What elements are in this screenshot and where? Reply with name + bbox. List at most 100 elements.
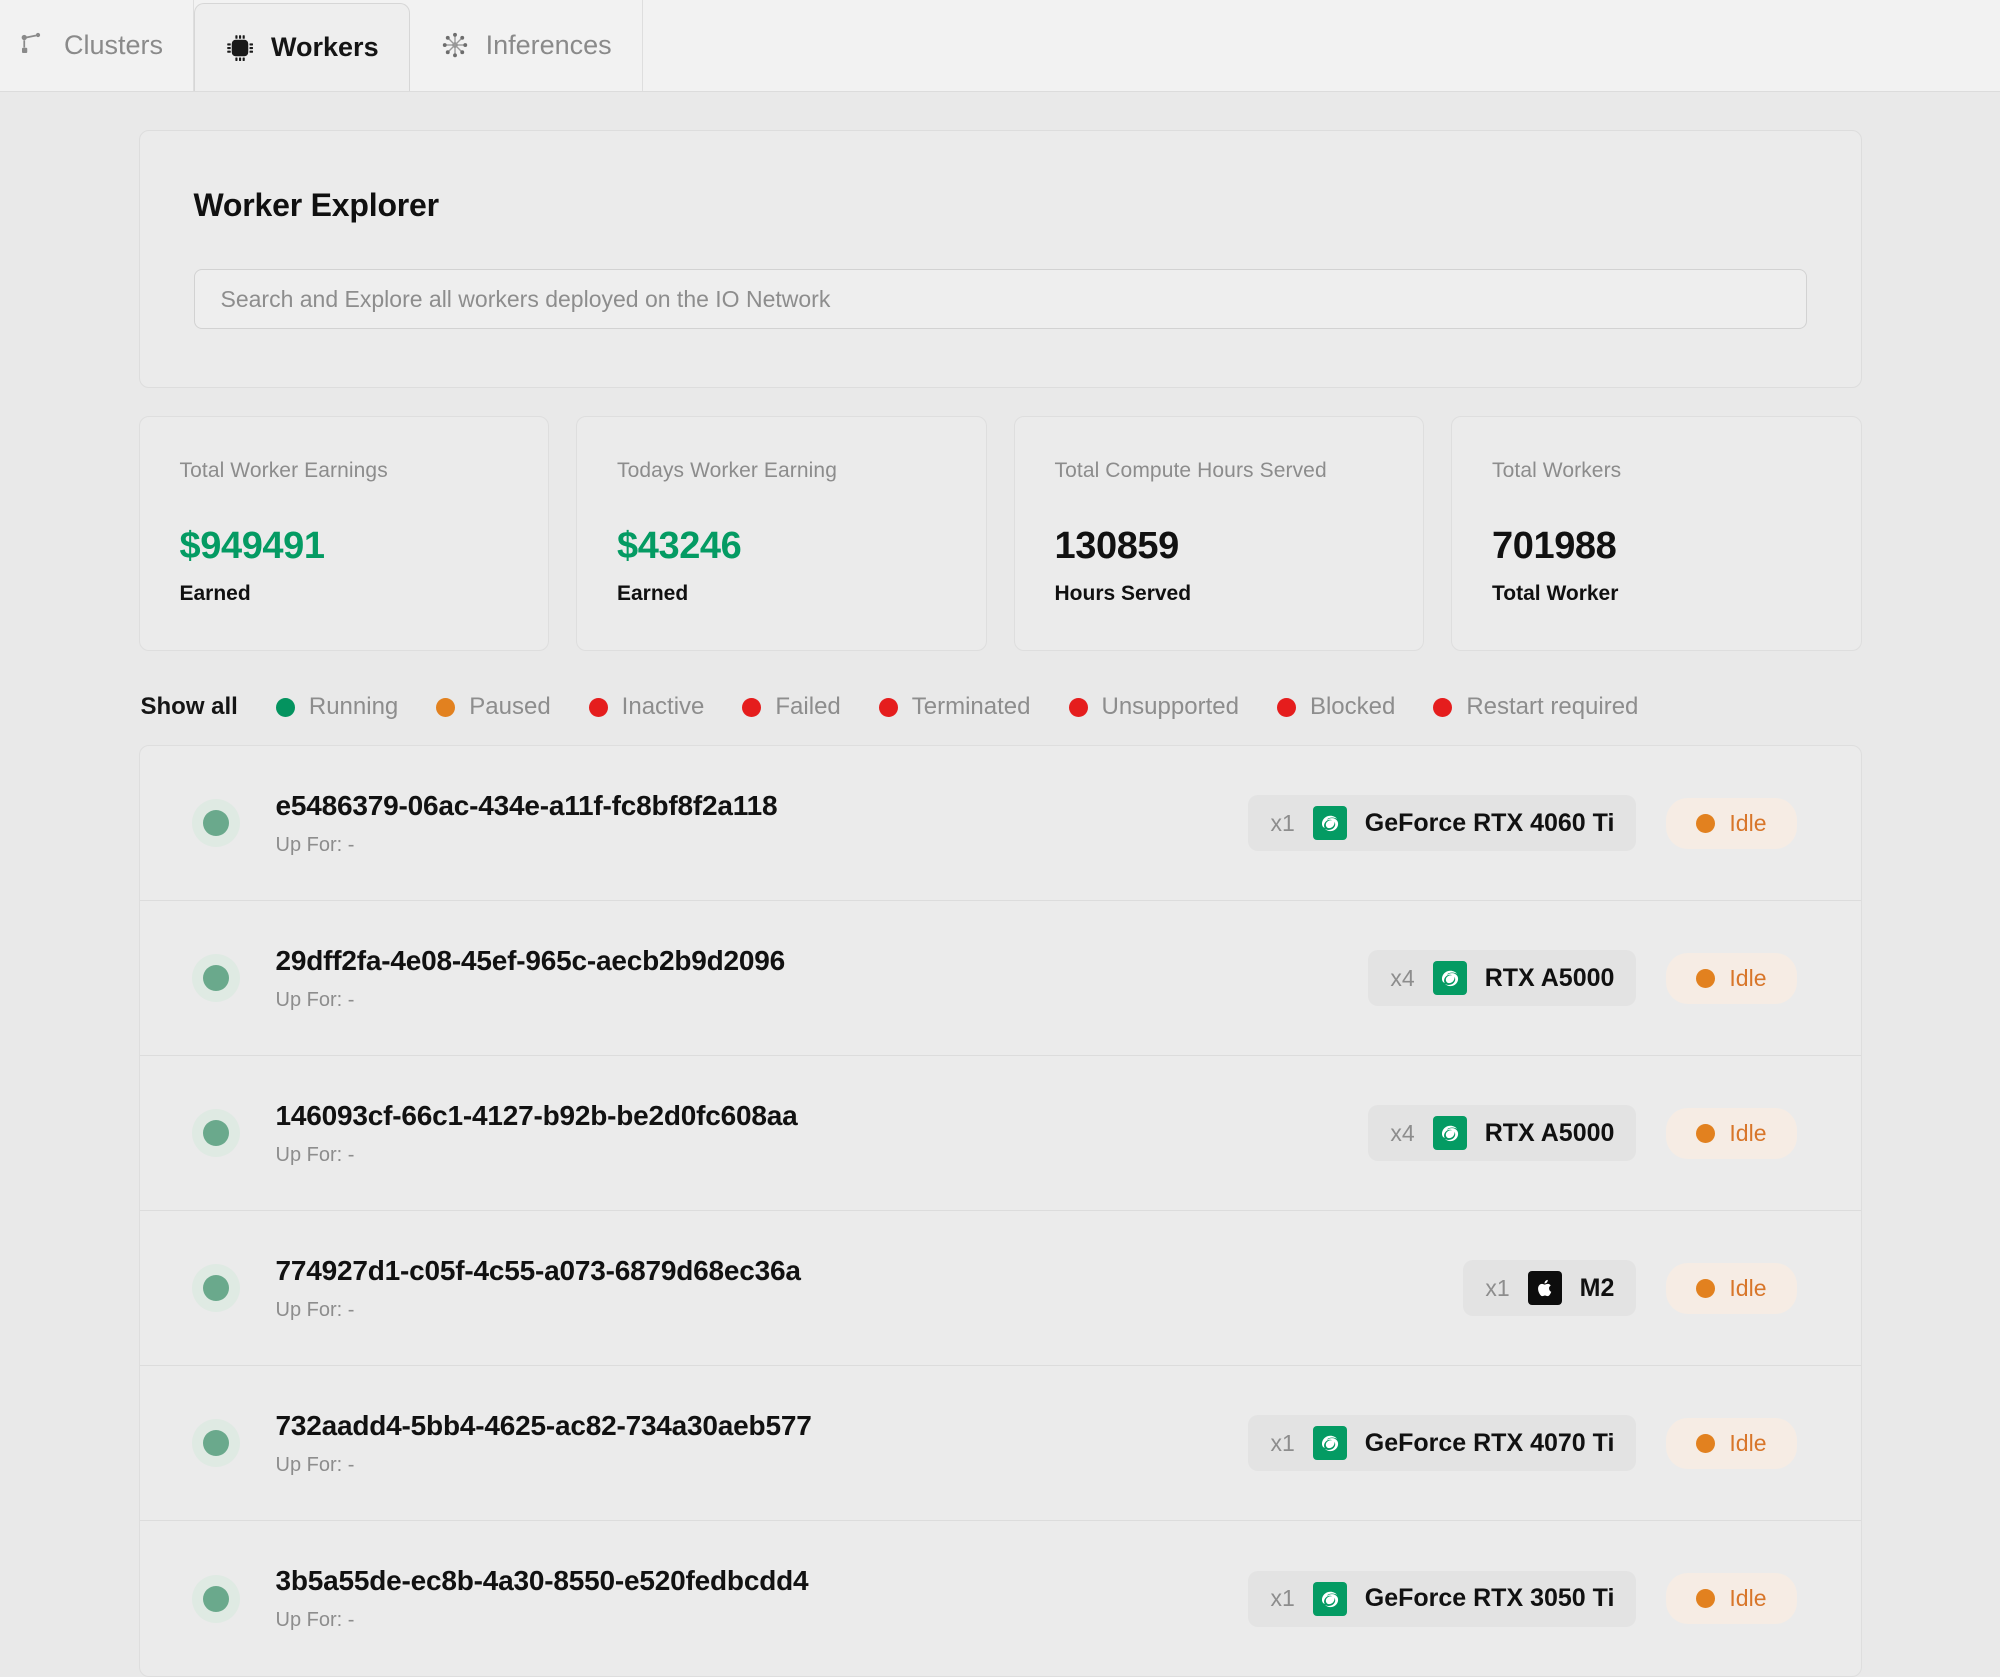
tab-label: Inferences [485, 29, 612, 60]
stat-label: Todays Worker Earning [617, 459, 837, 482]
status-dot-icon [878, 697, 898, 717]
hardware-badge: x1 GeForce RTX 4060 Ti [1248, 795, 1637, 851]
network-hub-icon [440, 30, 470, 60]
legend-show-all[interactable]: Show all [141, 693, 238, 721]
status-badge: Idle [1666, 797, 1797, 849]
worker-row[interactable]: e5486379-06ac-434e-a11f-fc8bf8f2a118 Up F… [139, 746, 1861, 901]
worker-info: 3b5a55de-ec8b-4a30-8550-e520fedbcdd4 Up F… [276, 1565, 1249, 1632]
worker-id: 3b5a55de-ec8b-4a30-8550-e520fedbcdd4 [275, 1565, 809, 1596]
status-badge: Idle [1666, 1573, 1797, 1624]
stat-card: Todays Worker Earning $43246 Earned [576, 416, 987, 651]
legend-item-running[interactable]: Running [275, 693, 398, 721]
worker-status-indicator-icon [191, 1419, 240, 1467]
tab-workers[interactable]: Workers [194, 3, 410, 91]
worker-row[interactable]: 29dff2fa-4e08-45ef-965c-aecb2b9d2096 Up F… [139, 901, 1861, 1056]
worker-list: e5486379-06ac-434e-a11f-fc8bf8f2a118 Up F… [138, 745, 1862, 1677]
hardware-badge: x4 RTX A5000 [1368, 950, 1637, 1006]
status-badge-label: Idle [1729, 1429, 1767, 1456]
stat-sublabel: Earned [617, 582, 689, 605]
worker-uptime: Up For: - [275, 988, 355, 1011]
legend-label: Inactive [621, 693, 705, 720]
hardware-name: GeForce RTX 4070 Ti [1364, 1428, 1615, 1457]
stat-value: $949491 [179, 525, 326, 567]
worker-row[interactable]: 774927d1-c05f-4c55-a073-6879d68ec36a Up F… [139, 1211, 1861, 1366]
worker-explorer-card: Worker Explorer [138, 130, 1862, 388]
hardware-name: RTX A5000 [1484, 1118, 1615, 1147]
status-dot-icon [1433, 697, 1453, 717]
status-badge-label: Idle [1729, 1274, 1767, 1301]
legend-item-paused[interactable]: Paused [436, 693, 551, 721]
worker-status-indicator-icon [191, 1574, 240, 1623]
hardware-name: RTX A5000 [1484, 963, 1615, 992]
nvidia-logo-icon [1312, 1581, 1347, 1616]
worker-id: 146093cf-66c1-4127-b92b-be2d0fc608aa [275, 1099, 798, 1131]
hardware-badge: x1 M2 [1463, 1260, 1637, 1316]
status-badge-label: Idle [1729, 1119, 1767, 1146]
status-badge-label: Idle [1729, 809, 1767, 836]
status-badge: Idle [1666, 1262, 1797, 1314]
status-dot-icon [1068, 697, 1088, 717]
legend-item-unsupported[interactable]: Unsupported [1068, 693, 1239, 721]
tab-clusters[interactable]: Clusters [0, 0, 195, 91]
search-input[interactable] [193, 269, 1807, 329]
status-badge-dot-icon [1696, 1589, 1716, 1608]
stat-sublabel: Total Worker [1492, 582, 1619, 605]
worker-uptime: Up For: - [275, 1143, 355, 1166]
stat-card: Total Compute Hours Served 130859 Hours Se… [1013, 416, 1424, 651]
stat-value: $43246 [617, 525, 742, 567]
worker-id: e5486379-06ac-434e-a11f-fc8bf8f2a118 [275, 789, 778, 821]
worker-row[interactable]: 732aadd4-5bb4-4625-ac82-734a30aeb577 Up F… [139, 1366, 1861, 1521]
status-badge-dot-icon [1696, 813, 1716, 833]
status-badge-label: Idle [1729, 1585, 1767, 1611]
worker-status-indicator-icon [191, 799, 240, 847]
stat-card: Total Worker Earnings $949491 Earned [138, 416, 549, 651]
page-body: Worker Explorer Total Worker Earnings $94… [0, 130, 2000, 1677]
nvidia-logo-icon [1312, 1426, 1347, 1460]
hardware-badge: x1 GeForce RTX 3050 Ti [1248, 1570, 1637, 1627]
stat-value: 130859 [1054, 525, 1180, 567]
worker-uptime: Up For: - [275, 1609, 355, 1631]
worker-id: 29dff2fa-4e08-45ef-965c-aecb2b9d2096 [275, 944, 786, 976]
legend-label: Restart required [1466, 693, 1639, 720]
worker-row[interactable]: 146093cf-66c1-4127-b92b-be2d0fc608aa Up F… [139, 1056, 1861, 1211]
worker-info: 146093cf-66c1-4127-b92b-be2d0fc608aa Up F… [276, 1100, 1369, 1167]
status-filter-legend: Show all Running Paused Inactive Failed Termi… [139, 693, 1862, 721]
worker-id: 774927d1-c05f-4c55-a073-6879d68ec36a [275, 1254, 801, 1286]
stat-label: Total Workers [1492, 459, 1622, 482]
hardware-name: GeForce RTX 3050 Ti [1364, 1584, 1615, 1612]
status-dot-icon [436, 697, 456, 717]
legend-item-terminated[interactable]: Terminated [878, 693, 1031, 721]
legend-item-blocked[interactable]: Blocked [1276, 693, 1396, 721]
worker-status-dot [202, 1275, 229, 1301]
stat-card-row: Total Worker Earnings $949491 Earned Todays… [138, 416, 1862, 651]
hardware-count: x1 [1270, 1429, 1295, 1456]
legend-item-restart-required[interactable]: Restart required [1433, 693, 1638, 721]
main-tab-bar: Clusters Workers Inferences [0, 0, 2000, 92]
worker-status-indicator-icon [191, 1264, 240, 1312]
worker-status-indicator-icon [191, 1109, 240, 1157]
tab-inferences[interactable]: Inferences [410, 0, 643, 91]
worker-row[interactable]: 3b5a55de-ec8b-4a30-8550-e520fedbcdd4 Up F… [140, 1521, 1861, 1676]
worker-uptime: Up For: - [275, 1453, 355, 1476]
hardware-count: x4 [1390, 1119, 1415, 1146]
status-badge-dot-icon [1696, 1433, 1716, 1453]
stat-label: Total Compute Hours Served [1054, 459, 1327, 482]
worker-status-dot [202, 1585, 229, 1612]
stat-card: Total Workers 701988 Total Worker [1451, 416, 1862, 651]
legend-item-inactive[interactable]: Inactive [588, 693, 705, 721]
nvidia-logo-icon [1432, 1116, 1467, 1150]
legend-item-failed[interactable]: Failed [742, 693, 841, 721]
stat-value: 701988 [1492, 525, 1617, 567]
cluster-nodes-icon [18, 30, 48, 60]
worker-status-dot [202, 810, 229, 836]
hardware-count: x1 [1485, 1274, 1510, 1301]
stat-sublabel: Hours Served [1054, 582, 1192, 605]
worker-info: 29dff2fa-4e08-45ef-965c-aecb2b9d2096 Up F… [276, 945, 1369, 1012]
cpu-chip-icon [225, 33, 255, 63]
stat-sublabel: Earned [179, 582, 251, 605]
tab-label: Clusters [64, 29, 164, 60]
worker-uptime: Up For: - [275, 1298, 355, 1321]
legend-label: Blocked [1309, 693, 1396, 720]
hardware-badge: x1 GeForce RTX 4070 Ti [1248, 1415, 1637, 1471]
legend-label: Paused [469, 693, 551, 720]
